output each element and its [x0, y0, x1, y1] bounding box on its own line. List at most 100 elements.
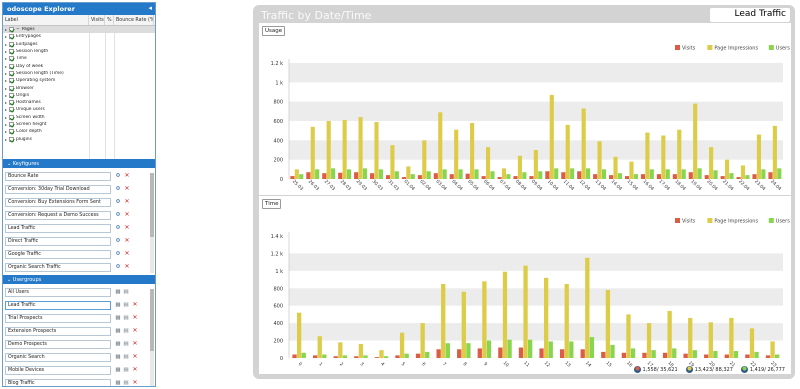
- bar-page-impressions[interactable]: [454, 129, 459, 179]
- checkbox[interactable]: [9, 27, 14, 33]
- keyfigure-item[interactable]: Organic Search Traffic ⚙ ✕: [3, 262, 155, 272]
- bar-users[interactable]: [458, 169, 463, 179]
- copy-icon[interactable]: ▦: [115, 341, 121, 347]
- checkbox[interactable]: [9, 70, 14, 76]
- delete-icon[interactable]: ✕: [132, 367, 138, 373]
- item-label[interactable]: Conversion: Request a Demo Success: [5, 210, 111, 220]
- bar-users[interactable]: [538, 171, 543, 179]
- bar-page-impressions[interactable]: [585, 257, 590, 358]
- item-label[interactable]: Blog Traffic: [5, 378, 111, 386]
- legend-swatch[interactable]: [675, 45, 680, 50]
- bar-page-impressions[interactable]: [749, 328, 755, 358]
- bar-visits[interactable]: [513, 176, 518, 179]
- tree-row[interactable]: ▸ Color depth: [3, 128, 155, 135]
- bar-page-impressions[interactable]: [294, 169, 299, 179]
- bar-visits[interactable]: [498, 347, 503, 358]
- bar-page-impressions[interactable]: [461, 291, 466, 358]
- bar-users[interactable]: [697, 168, 702, 179]
- bar-users[interactable]: [425, 351, 430, 358]
- bar-page-impressions[interactable]: [438, 112, 443, 179]
- bar-users[interactable]: [665, 169, 670, 179]
- tree-row[interactable]: ▸ Time: [3, 55, 155, 62]
- bar-page-impressions[interactable]: [605, 290, 611, 358]
- keyfigure-item[interactable]: Google Traffic ⚙ ✕: [3, 249, 155, 259]
- tree-row[interactable]: ▸ Browser: [3, 84, 155, 91]
- checkbox[interactable]: [9, 56, 14, 62]
- usergroup-item[interactable]: Mobile Devices ▦ ▤ ✕: [3, 365, 155, 375]
- keyfigure-item[interactable]: Conversion: Request a Demo Success ⚙ ✕: [3, 210, 155, 220]
- bar-page-impressions[interactable]: [501, 168, 507, 179]
- bar-visits[interactable]: [724, 354, 729, 358]
- bar-page-impressions[interactable]: [667, 310, 672, 358]
- checkbox[interactable]: [9, 107, 14, 113]
- delete-icon[interactable]: ✕: [132, 315, 138, 321]
- edit-icon[interactable]: ⚙: [115, 264, 121, 270]
- item-label[interactable]: Extension Prospects: [5, 326, 111, 336]
- bar-visits[interactable]: [312, 355, 318, 358]
- keyfigure-item[interactable]: Conversion: 30day Trial Download ⚙ ✕: [3, 184, 155, 194]
- tree-row[interactable]: ▸ Entrypages: [3, 33, 155, 40]
- bar-visits[interactable]: [621, 352, 627, 358]
- bar-users[interactable]: [692, 350, 697, 358]
- usage-tab[interactable]: Usage: [262, 26, 286, 36]
- bar-visits[interactable]: [561, 172, 566, 179]
- bar-visits[interactable]: [559, 349, 565, 358]
- bar-page-impressions[interactable]: [441, 283, 446, 358]
- bar-visits[interactable]: [465, 173, 470, 179]
- bar-users[interactable]: [729, 173, 734, 179]
- bar-page-impressions[interactable]: [677, 129, 682, 179]
- bar-page-impressions[interactable]: [399, 332, 405, 358]
- bar-users[interactable]: [777, 168, 782, 179]
- bar-visits[interactable]: [518, 347, 524, 358]
- edit-icon[interactable]: ⚙: [115, 225, 121, 231]
- bar-users[interactable]: [410, 174, 415, 179]
- bar-page-impressions[interactable]: [482, 281, 487, 358]
- delete-icon[interactable]: ✕: [132, 302, 138, 308]
- bar-visits[interactable]: [662, 352, 668, 358]
- bar-visits[interactable]: [338, 172, 343, 179]
- bar-users[interactable]: [383, 356, 389, 358]
- bar-page-impressions[interactable]: [629, 161, 634, 179]
- bar-users[interactable]: [733, 351, 739, 358]
- item-label[interactable]: Trial Prospects: [5, 313, 111, 323]
- bar-page-impressions[interactable]: [740, 165, 746, 179]
- delete-icon[interactable]: ✕: [132, 380, 138, 386]
- column-header-visits[interactable]: Visits: [89, 15, 105, 25]
- tree-row[interactable]: ▸ Origin: [3, 92, 155, 99]
- item-label[interactable]: Lead Traffic: [5, 300, 111, 310]
- bar-page-impressions[interactable]: [374, 121, 379, 179]
- bar-page-impressions[interactable]: [565, 124, 570, 179]
- bar-users[interactable]: [633, 174, 638, 179]
- bar-users[interactable]: [362, 168, 368, 179]
- bar-visits[interactable]: [704, 354, 709, 358]
- usergroup-item[interactable]: Demo Prospects ▦ ▤ ✕: [3, 339, 155, 349]
- bar-visits[interactable]: [290, 176, 295, 179]
- bar-page-impressions[interactable]: [485, 147, 491, 179]
- bar-visits[interactable]: [609, 175, 614, 179]
- copy-icon[interactable]: ▦: [115, 289, 121, 295]
- copy-icon[interactable]: ▦: [115, 302, 121, 308]
- bar-visits[interactable]: [385, 175, 391, 179]
- bar-users[interactable]: [299, 174, 304, 179]
- column-header-label[interactable]: Label: [3, 15, 89, 25]
- bar-users[interactable]: [775, 354, 780, 358]
- copy-icon[interactable]: ▦: [115, 315, 121, 321]
- delete-icon[interactable]: ✕: [124, 199, 130, 205]
- checkbox[interactable]: [9, 100, 14, 106]
- bar-visits[interactable]: [672, 174, 677, 179]
- legend-swatch[interactable]: [768, 45, 774, 50]
- bar-page-impressions[interactable]: [549, 94, 554, 179]
- item-label[interactable]: Direct Traffic: [5, 236, 111, 246]
- bar-users[interactable]: [363, 355, 368, 358]
- bar-users[interactable]: [445, 343, 450, 358]
- bar-visits[interactable]: [580, 349, 585, 358]
- item-label[interactable]: All Users: [5, 287, 111, 297]
- bar-visits[interactable]: [477, 348, 482, 358]
- bar-users[interactable]: [601, 169, 607, 179]
- delete-icon[interactable]: ✕: [132, 328, 138, 334]
- legend-label[interactable]: Users: [776, 219, 790, 225]
- delete-icon[interactable]: ✕: [124, 225, 130, 231]
- bar-visits[interactable]: [765, 355, 771, 358]
- legend-label[interactable]: Page Impressions: [714, 46, 758, 52]
- bar-visits[interactable]: [752, 174, 757, 179]
